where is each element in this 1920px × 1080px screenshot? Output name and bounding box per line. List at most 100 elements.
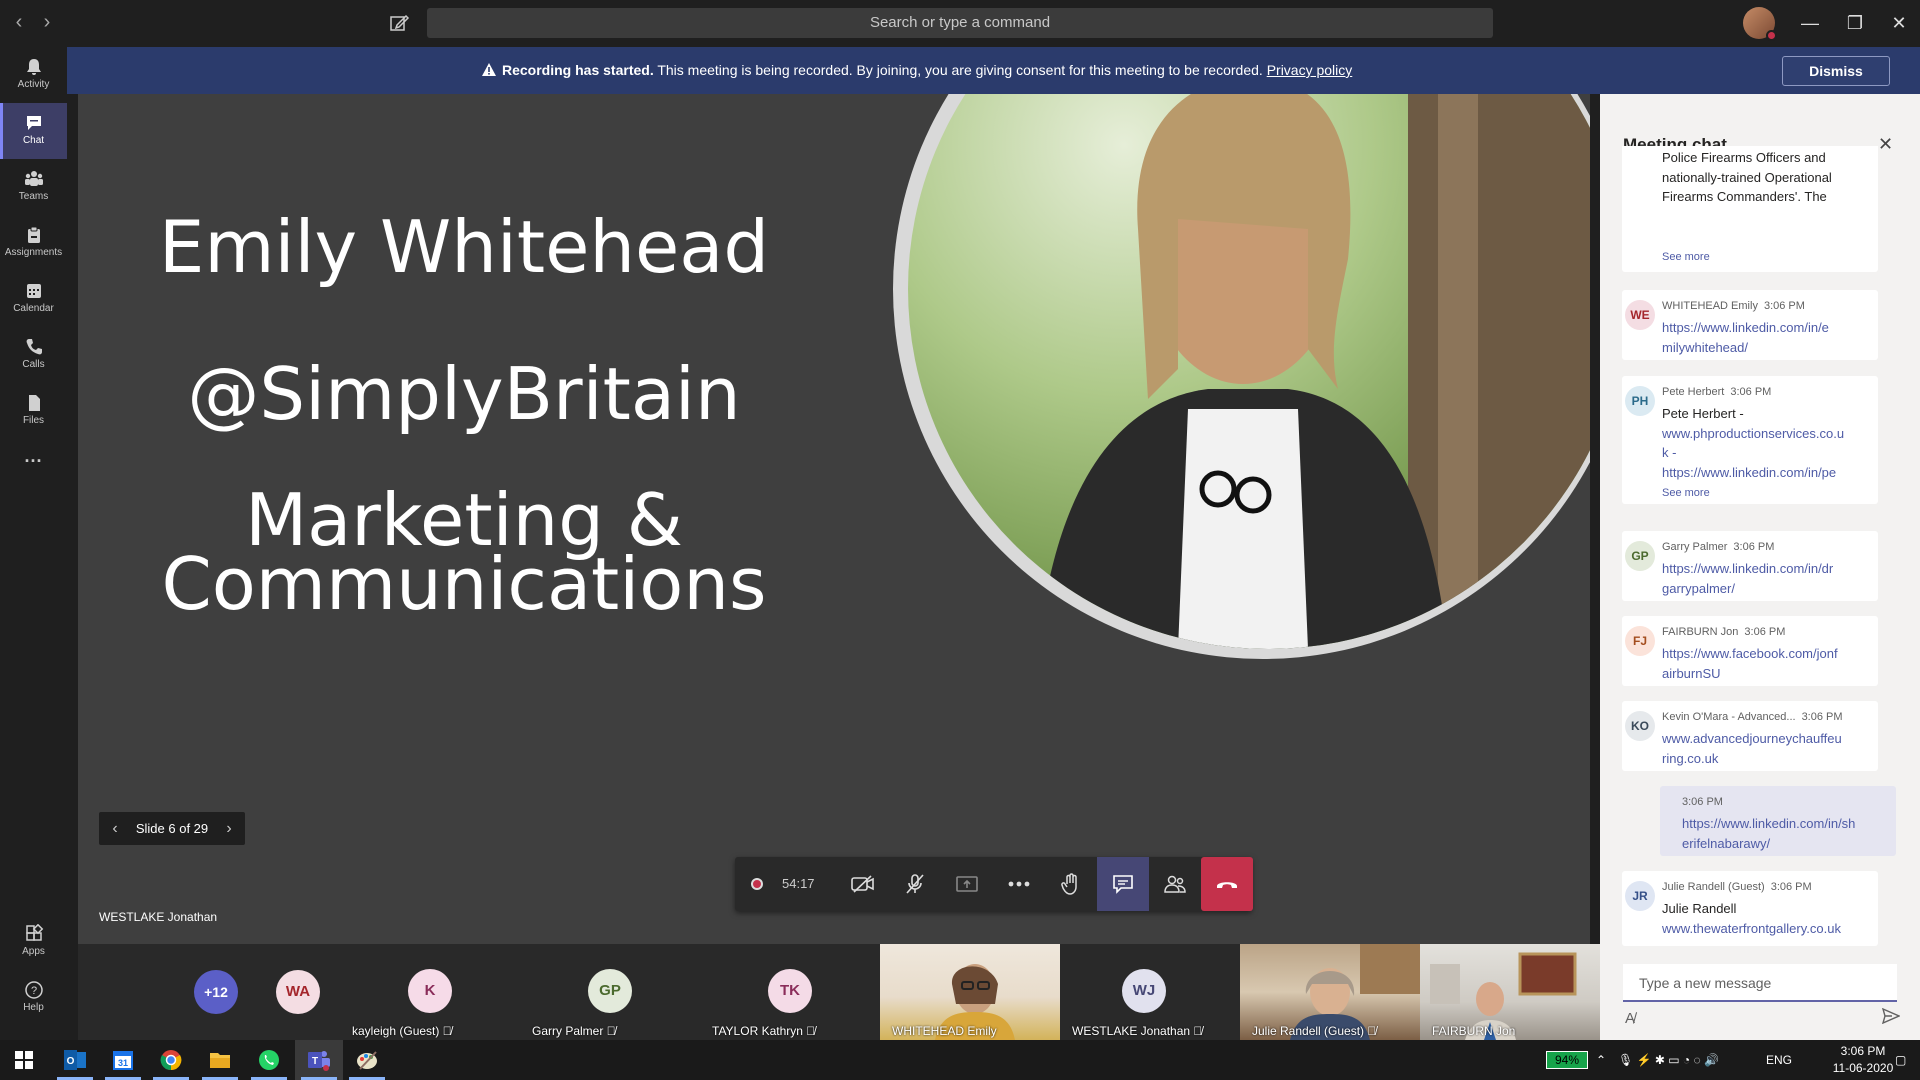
participant-avatar-wa[interactable]: WA — [276, 970, 320, 1014]
participants-button[interactable] — [1149, 857, 1201, 911]
privacy-policy-link[interactable]: Privacy policy — [1267, 62, 1353, 78]
chat-message-input[interactable]: Type a new message — [1623, 964, 1897, 1002]
dismiss-button[interactable]: Dismiss — [1782, 56, 1890, 86]
mic-off-icon: 🎙̸ — [606, 1024, 616, 1038]
meeting-controls: 54:17 — [735, 857, 1253, 911]
chat-message: KO Kevin O'Mara - Advanced... 3:06 PM www… — [1622, 701, 1878, 771]
recording-banner: Recording has started. This meeting is b… — [67, 47, 1920, 94]
message-link[interactable]: https://www.linkedin.com/in/e milywhitehe… — [1662, 318, 1868, 357]
conversation-icon — [1113, 875, 1133, 894]
participant-name: WHITEHEAD Emily — [892, 1024, 997, 1038]
rail-item-files[interactable]: Files — [0, 383, 67, 439]
rail-label: Calendar — [13, 303, 54, 314]
share-button[interactable] — [941, 857, 993, 911]
user-avatar[interactable] — [1743, 7, 1777, 41]
mic-off-icon: 🎙̸ — [1193, 1024, 1203, 1038]
banner-body: This meeting is being recorded. By joini… — [653, 62, 1267, 78]
language-indicator[interactable]: ENG — [1766, 1040, 1792, 1080]
message-link[interactable]: www.advancedjourneychauffeu ring.co.uk — [1662, 729, 1868, 768]
see-more-link[interactable]: See more — [1662, 251, 1710, 263]
chat-message: WE WHITEHEAD Emily 3:06 PM https://www.li… — [1622, 290, 1878, 360]
rail-item-teams[interactable]: Teams — [0, 159, 67, 215]
rail-item-chat[interactable]: Chat — [0, 103, 67, 159]
notifications-icon[interactable]: ▢ — [1895, 1040, 1906, 1080]
rail-item-activity[interactable]: Activity — [0, 47, 67, 103]
message-time: 3:06 PM — [1682, 796, 1723, 808]
rail-label: Apps — [22, 946, 45, 957]
message-meta: Kevin O'Mara - Advanced... 3:06 PM — [1662, 711, 1843, 723]
system-clock[interactable]: 3:06 PM 11-06-2020 — [1828, 1043, 1898, 1077]
back-arrow-icon[interactable]: ‹ — [9, 12, 29, 32]
rail-item-help[interactable]: ? Help — [0, 970, 67, 1026]
outlook-icon[interactable]: O — [51, 1040, 99, 1080]
battery-indicator[interactable]: 94% — [1546, 1051, 1588, 1069]
meeting-stage: Emily Whitehead @SimplyBritain Marketing… — [78, 94, 1590, 944]
minimize-icon[interactable]: — — [1795, 10, 1825, 36]
more-actions-button[interactable] — [993, 857, 1045, 911]
windows-start-icon[interactable] — [0, 1040, 48, 1080]
message-link[interactable]: https://www.facebook.com/jonf airburnSU — [1662, 644, 1868, 683]
close-window-icon[interactable]: ✕ — [1884, 10, 1914, 36]
sender-avatar: PH — [1625, 386, 1655, 416]
shared-slide: Emily Whitehead @SimplyBritain Marketing… — [78, 94, 1590, 944]
rail-item-more[interactable]: ... — [0, 447, 67, 477]
raise-hand-button[interactable] — [1045, 857, 1097, 911]
participant-name: Julie Randell (Guest) 🎙̸ — [1252, 1024, 1377, 1038]
rail-item-apps[interactable]: Apps — [0, 914, 67, 970]
message-body[interactable]: Julie Randell www.thewaterfrontgallery.co… — [1662, 899, 1868, 938]
help-icon: ? — [24, 981, 43, 999]
participant-video-tile[interactable]: Julie Randell (Guest) 🎙̸ — [1240, 944, 1420, 1040]
slide-handle: @SimplyBritain — [187, 352, 741, 436]
hang-up-button[interactable] — [1201, 857, 1253, 911]
participant-video-tile[interactable]: WHITEHEAD Emily — [880, 944, 1060, 1040]
previous-slide-icon[interactable]: ‹ — [103, 812, 127, 845]
teams-icon — [24, 171, 43, 186]
send-icon[interactable] — [1881, 1007, 1901, 1029]
file-explorer-icon[interactable] — [196, 1040, 244, 1080]
close-chat-icon[interactable]: ✕ — [1878, 134, 1893, 155]
whatsapp-icon[interactable] — [245, 1040, 293, 1080]
mic-off-icon: 🎙̸ — [806, 1024, 816, 1038]
rail-item-calls[interactable]: Calls — [0, 327, 67, 383]
banner-text: Recording has started. This meeting is b… — [482, 47, 1352, 94]
calendar-app-icon[interactable]: 31 — [99, 1040, 147, 1080]
mute-button[interactable] — [889, 857, 941, 911]
search-input[interactable]: Search or type a command — [427, 8, 1493, 38]
windows-taskbar: O 31 T 94% ⌃ 🎙 ⚡ ✱ ▭ ◔ ◌ 🔊 ENG 3:06 PM 1… — [0, 1040, 1920, 1080]
chevron-up-icon[interactable]: ⌃ — [1596, 1040, 1606, 1080]
participant-tile[interactable]: GP Garry Palmer 🎙̸ — [520, 944, 700, 1040]
message-body[interactable]: Pete Herbert - www.phproductionservices.… — [1662, 404, 1868, 485]
app-rail: Activity Chat Teams Assignments Calendar… — [0, 47, 67, 1040]
message-link[interactable]: https://www.linkedin.com/in/sh erifelnaba… — [1682, 814, 1888, 853]
participant-tile[interactable]: WJ WESTLAKE Jonathan 🎙̸ — [1060, 944, 1228, 1040]
rail-item-assignments[interactable]: Assignments — [0, 215, 67, 271]
more-participants-badge[interactable]: +12 — [194, 970, 238, 1014]
see-more-link[interactable]: See more — [1662, 487, 1710, 499]
teams-app-icon[interactable]: T — [295, 1040, 343, 1080]
forward-arrow-icon[interactable]: › — [37, 12, 57, 32]
participant-tile[interactable]: K kayleigh (Guest) 🎙̸ — [340, 944, 520, 1040]
chrome-icon[interactable] — [147, 1040, 195, 1080]
recording-timer: 54:17 — [735, 857, 835, 911]
status-dot — [1766, 30, 1777, 41]
participant-avatar: TK — [768, 969, 812, 1013]
rail-label: Activity — [17, 79, 50, 90]
next-slide-icon[interactable]: › — [217, 812, 241, 845]
message-link[interactable]: https://www.linkedin.com/in/dr garrypalme… — [1662, 559, 1868, 598]
participant-avatar: WJ — [1122, 969, 1166, 1013]
format-icon[interactable]: A̸ — [1625, 1010, 1635, 1027]
participant-video-tile[interactable]: FAIRBURN Jon — [1420, 944, 1600, 1040]
restore-icon[interactable]: ❐ — [1840, 10, 1870, 36]
camera-off-button[interactable] — [837, 857, 889, 911]
message-body: Police Firearms Officers and nationally-… — [1662, 150, 1832, 204]
participant-tile[interactable]: TK TAYLOR Kathryn 🎙̸ — [700, 944, 880, 1040]
compose-icon[interactable] — [387, 11, 411, 35]
show-conversation-button[interactable] — [1097, 857, 1149, 911]
participant-avatar: K — [408, 969, 452, 1013]
paint-icon[interactable] — [343, 1040, 391, 1080]
chat-icon — [26, 116, 41, 130]
chat-message: JR Julie Randell (Guest) 3:06 PM Julie Ra… — [1622, 871, 1878, 946]
tray-icons[interactable]: 🎙 ⚡ ✱ ▭ ◔ ◌ 🔊 — [1618, 1040, 1719, 1080]
message-meta: FAIRBURN Jon 3:06 PM — [1662, 626, 1786, 638]
rail-item-calendar[interactable]: Calendar — [0, 271, 67, 327]
